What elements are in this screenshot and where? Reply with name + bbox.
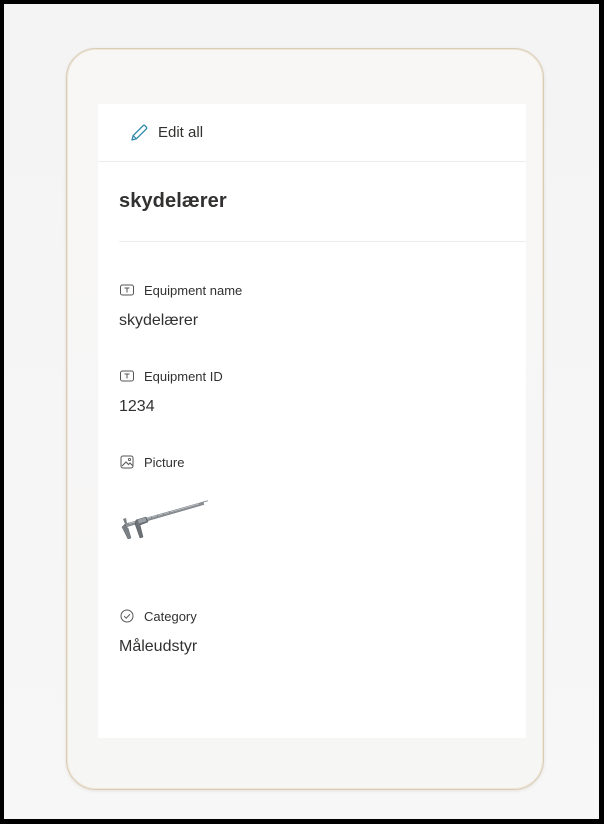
app-screen: Edit all skydelærer Equipment name skyde… — [98, 104, 526, 738]
edit-all-button[interactable]: Edit all — [128, 122, 203, 144]
field-equipment-id: Equipment ID 1234 — [119, 368, 526, 418]
field-label: Category — [144, 608, 197, 624]
field-label: Picture — [144, 454, 185, 470]
field-category: Category Måleudstyr — [119, 608, 526, 658]
edit-all-label: Edit all — [158, 124, 204, 141]
image-field-icon — [120, 455, 134, 469]
field-value[interactable]: 1234 — [119, 398, 526, 418]
choice-field-icon — [120, 609, 134, 623]
field-label: Equipment ID — [144, 368, 223, 384]
text-field-icon — [120, 370, 134, 382]
caliper-image — [121, 500, 209, 540]
screenshot-frame: Edit all skydelærer Equipment name skyde… — [0, 0, 604, 824]
record-header: skydelærer — [119, 162, 526, 242]
field-equipment-name: Equipment name skydelærer — [119, 282, 526, 332]
command-bar: Edit all — [98, 104, 526, 162]
pencil-icon — [131, 124, 148, 141]
field-label: Equipment name — [144, 282, 243, 298]
text-field-icon — [120, 284, 134, 296]
field-picture: Picture — [119, 454, 526, 560]
field-value[interactable]: Måleudstyr — [119, 638, 526, 658]
picture-field-image[interactable] — [119, 490, 526, 560]
field-list: Equipment name skydelærer Equipment ID 1… — [98, 242, 526, 658]
field-value[interactable]: skydelærer — [119, 312, 526, 332]
record-title: skydelærer — [119, 190, 227, 212]
